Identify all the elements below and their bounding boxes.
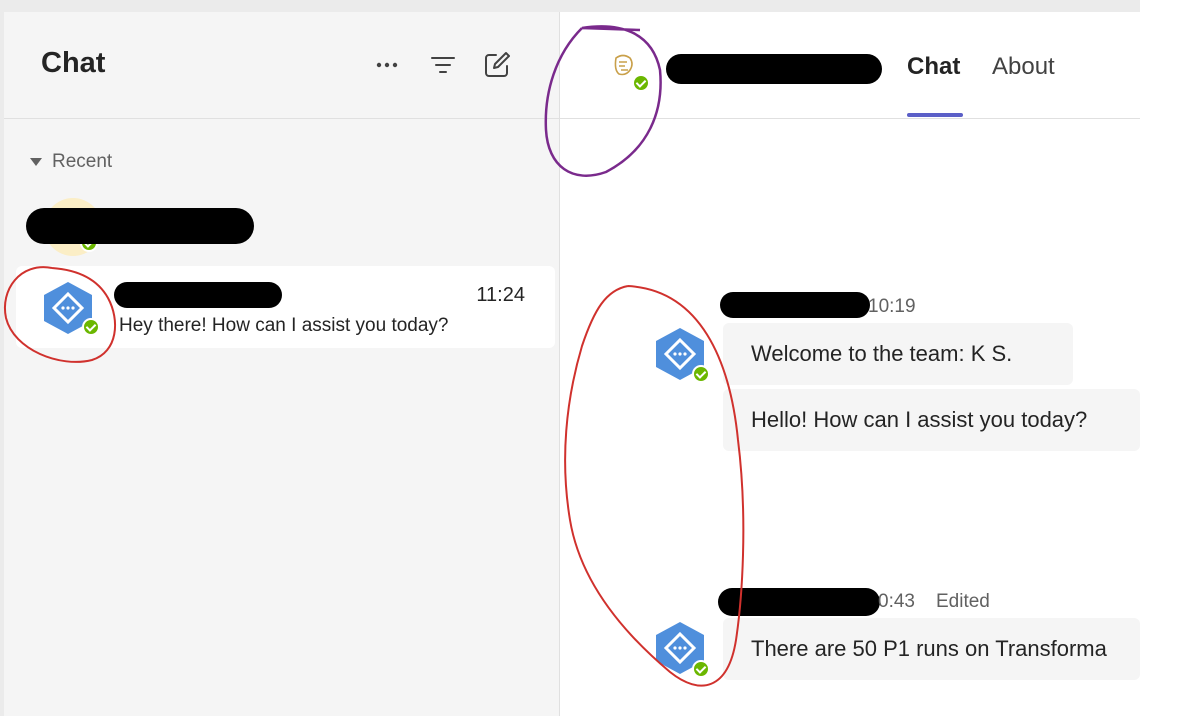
- message-time: 0:43: [878, 591, 915, 612]
- tab-about[interactable]: About: [992, 53, 1055, 81]
- redacted-sender-name: [720, 292, 870, 318]
- message-edited-label: Edited: [936, 591, 990, 612]
- chat-list-header: Chat: [4, 12, 559, 119]
- presence-available-icon: [692, 365, 710, 383]
- conversation-time: 11:24: [476, 284, 525, 306]
- recent-section-toggle[interactable]: Recent: [30, 151, 112, 173]
- message-bubble[interactable]: Hello! How can I assist you today?: [723, 389, 1140, 451]
- filter-icon[interactable]: [428, 50, 458, 80]
- page-title: Chat: [41, 47, 106, 79]
- top-bar: [0, 0, 1140, 12]
- message-time: 10:19: [868, 296, 916, 317]
- new-chat-icon[interactable]: [482, 50, 512, 80]
- more-options-icon[interactable]: [372, 50, 402, 80]
- conversation-item-selected[interactable]: 11:24 Hey there! How can I assist you to…: [16, 266, 555, 348]
- redacted-name: [114, 282, 282, 308]
- message-bubble[interactable]: There are 50 P1 runs on Transforma: [723, 618, 1140, 680]
- presence-available-icon: [632, 74, 650, 92]
- message-text: Welcome to the team: K S.: [751, 341, 1013, 366]
- tab-chat[interactable]: Chat: [907, 53, 960, 81]
- conversation-preview: Hey there! How can I assist you today?: [119, 315, 449, 336]
- message-text: There are 50 P1 runs on Transforma: [751, 636, 1107, 661]
- recent-section-label: Recent: [52, 151, 113, 172]
- caret-down-icon: [30, 158, 42, 166]
- conversation-pane: Chat About 10:19 Welcome to the team: K …: [560, 12, 1140, 716]
- conversation-header: Chat About: [560, 12, 1140, 119]
- redacted-sender-name: [718, 588, 880, 616]
- chat-list-pane: Chat Recent 11:24 Hey there! How can I a…: [0, 12, 560, 716]
- redacted-name: [26, 208, 254, 244]
- presence-available-icon: [82, 318, 100, 336]
- message-text: Hello! How can I assist you today?: [751, 407, 1088, 432]
- message-bubble[interactable]: Welcome to the team: K S.: [723, 323, 1073, 385]
- presence-available-icon: [692, 660, 710, 678]
- active-tab-indicator: [907, 113, 963, 117]
- redacted-contact-name: [666, 54, 882, 84]
